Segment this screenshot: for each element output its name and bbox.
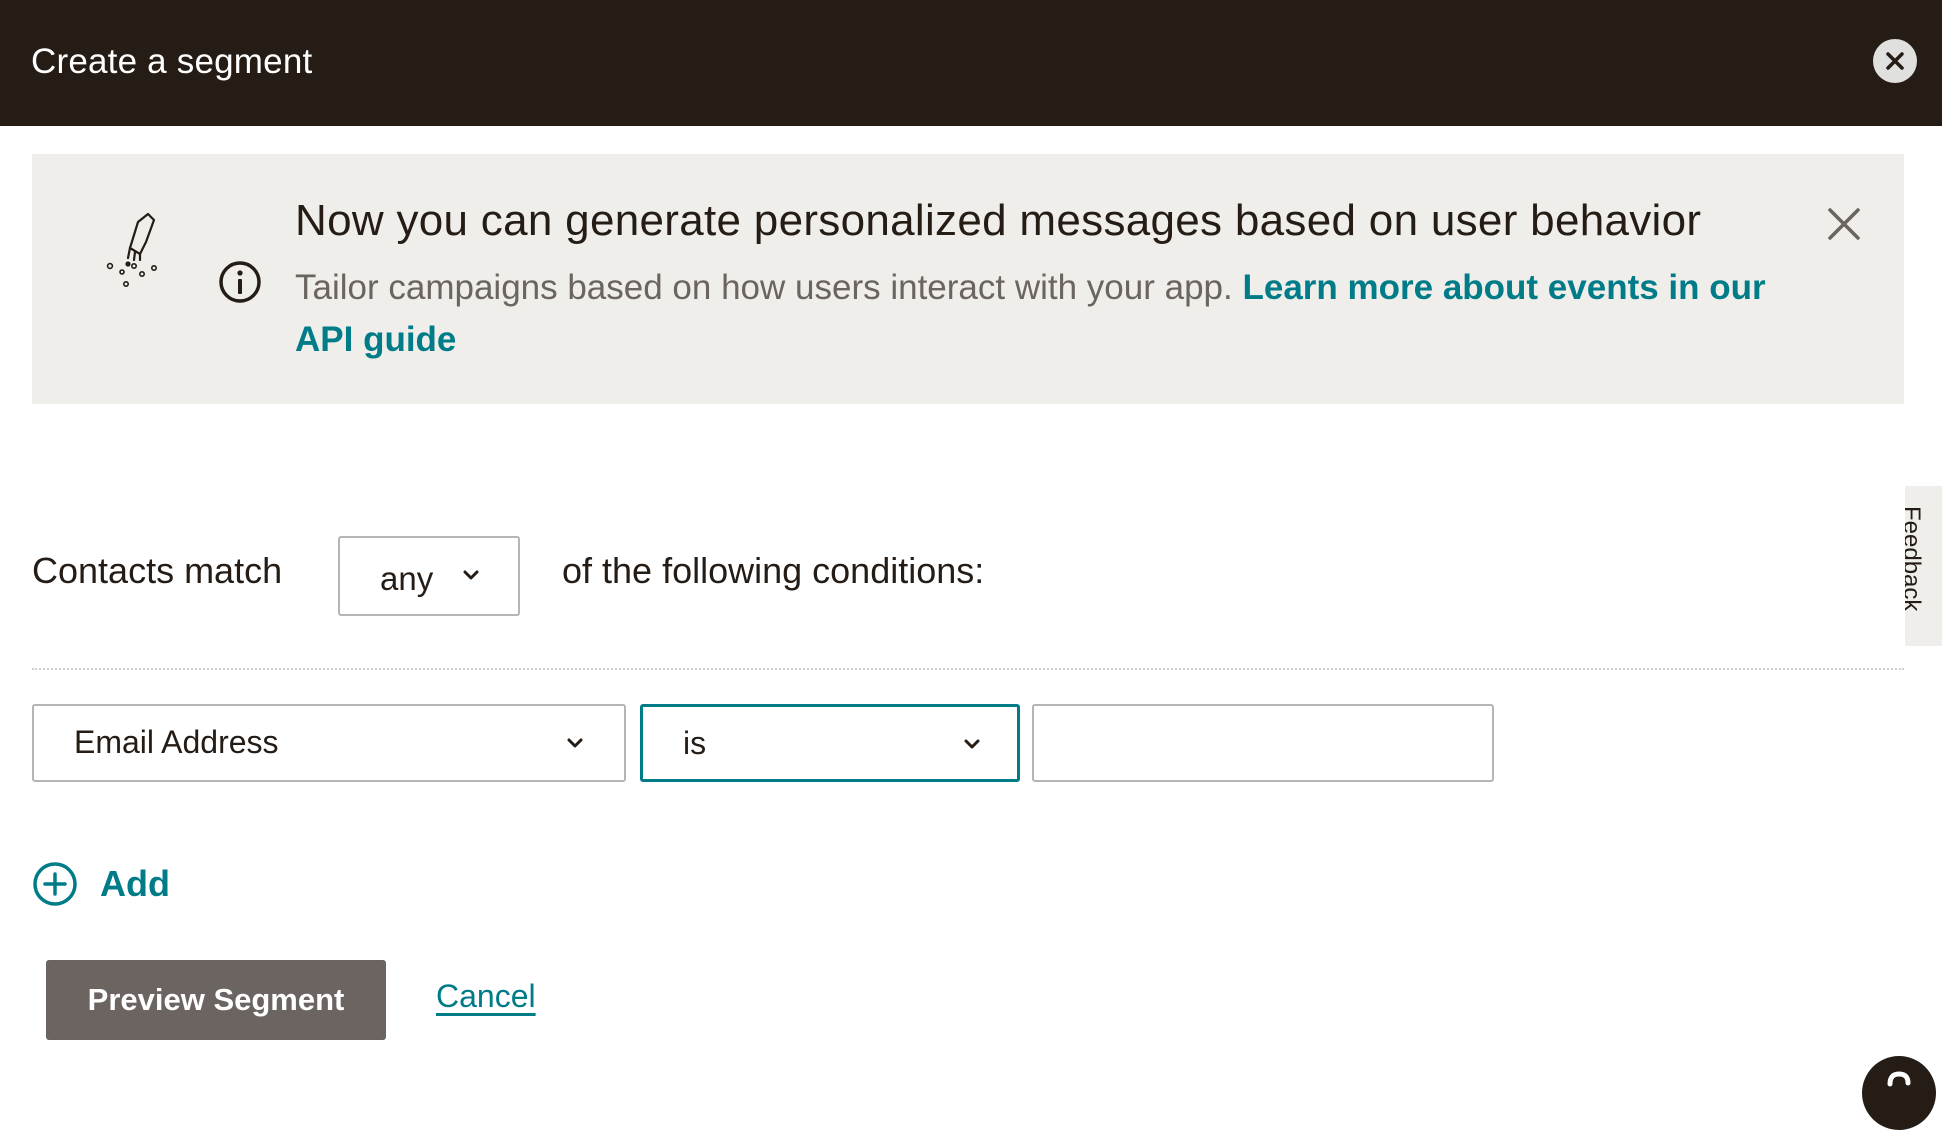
banner-body-text: Tailor campaigns based on how users inte… bbox=[295, 268, 1233, 307]
match-type-select[interactable]: any bbox=[338, 536, 520, 616]
condition-operator-value: is bbox=[683, 725, 707, 761]
feedback-tab-label: Feedback bbox=[1905, 506, 1925, 612]
banner-body: Tailor campaigns based on how users inte… bbox=[295, 262, 1805, 366]
condition-operator-select[interactable]: is bbox=[640, 704, 1020, 782]
banner-heading: Now you can generate personalized messag… bbox=[295, 196, 1702, 245]
modal-header: Create a segment bbox=[0, 0, 1942, 126]
contacts-match-label: Contacts match bbox=[32, 550, 283, 591]
feedback-tab[interactable]: Feedback bbox=[1905, 486, 1942, 646]
banner-dismiss-button[interactable] bbox=[1822, 202, 1866, 246]
match-type-value: any bbox=[380, 560, 434, 597]
condition-value-field[interactable] bbox=[1032, 704, 1494, 782]
cancel-link[interactable]: Cancel bbox=[436, 978, 536, 1015]
condition-field-select[interactable]: Email Address bbox=[32, 704, 626, 782]
add-condition-label: Add bbox=[100, 863, 170, 904]
help-button[interactable] bbox=[1862, 1056, 1936, 1130]
info-banner: Now you can generate personalized messag… bbox=[32, 154, 1904, 404]
preview-segment-button[interactable]: Preview Segment bbox=[46, 960, 386, 1040]
chevron-down-icon bbox=[463, 570, 479, 580]
modal-close-button[interactable] bbox=[1873, 39, 1917, 83]
chevron-down-icon bbox=[964, 739, 980, 749]
info-circle-icon bbox=[219, 261, 261, 303]
condition-field-value: Email Address bbox=[74, 724, 279, 760]
hand-sprinkle-illustration bbox=[106, 212, 157, 288]
close-icon bbox=[1886, 52, 1904, 70]
add-condition-button[interactable]: Add bbox=[32, 860, 170, 908]
conditions-suffix-label: of the following conditions: bbox=[562, 550, 985, 591]
divider bbox=[32, 668, 1904, 670]
help-icon bbox=[1887, 1071, 1911, 1087]
chevron-down-icon bbox=[567, 738, 583, 748]
plus-circle-icon bbox=[33, 862, 77, 906]
modal-title: Create a segment bbox=[31, 42, 313, 81]
condition-value-input[interactable] bbox=[1034, 706, 1492, 780]
